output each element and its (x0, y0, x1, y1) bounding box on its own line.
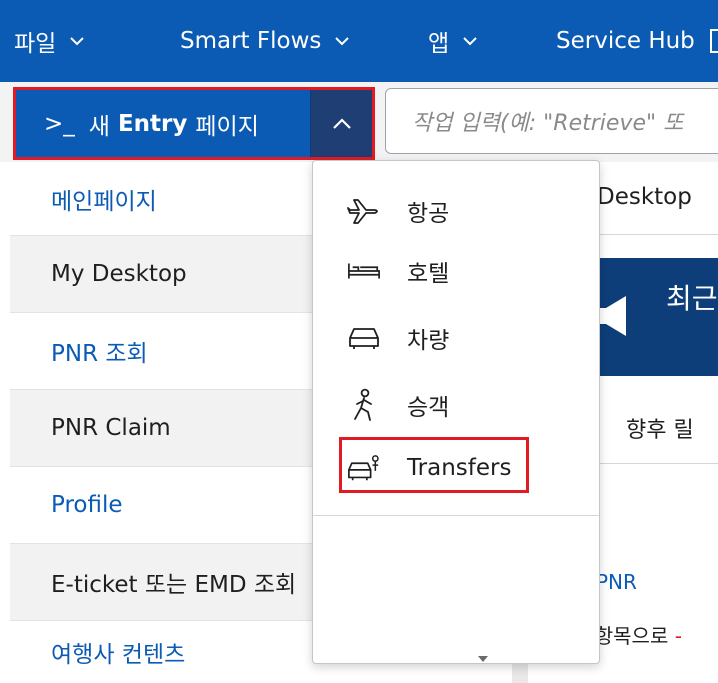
dropdown-item-label: 차량 (407, 328, 450, 354)
entry-dropdown-menu: 항공 호텔 차량 승객 Transfers (312, 160, 600, 664)
passenger-icon (347, 388, 381, 422)
entry-label-new: 새 (88, 113, 110, 140)
menu-service-hub[interactable]: Service Hub (556, 0, 718, 82)
menu-apps-label: 앱 (428, 31, 450, 57)
chevron-up-icon (332, 117, 351, 129)
dropdown-item-hotel[interactable]: 호텔 (313, 242, 599, 300)
pnr-link[interactable]: PNR (596, 570, 637, 594)
terminal-icon: >_ (44, 110, 75, 137)
sidebar-item-label: 메인페이지 (51, 188, 157, 215)
dropdown-item-car[interactable]: 차량 (313, 309, 599, 367)
sidebar-item-label: PNR 조회 (51, 341, 148, 367)
dropdown-item-label: 항공 (407, 201, 450, 227)
banner-title: 최근 (666, 282, 718, 315)
hint-text-accent: - (674, 624, 682, 648)
menu-file[interactable]: 파일 (14, 0, 85, 82)
entry-label-page: 페이지 (195, 113, 259, 140)
dropdown-item-passenger[interactable]: 승객 (313, 376, 599, 434)
bed-icon (347, 254, 381, 288)
sidebar-item-label: PNR Claim (51, 415, 171, 441)
menu-smart-flows[interactable]: Smart Flows (180, 0, 350, 82)
upcoming-heading: 향후 릴 (626, 418, 694, 443)
external-icon (709, 29, 718, 53)
dropdown-item-label: 호텔 (407, 261, 450, 287)
entry-label-entry: Entry (117, 110, 188, 137)
dropdown-divider (313, 515, 599, 516)
desktop-title: Desktop (597, 184, 692, 210)
airplane-icon (347, 194, 381, 228)
dropdown-item-label: 승객 (407, 395, 450, 421)
sidebar-item-label: E-ticket 또는 EMD 조회 (51, 572, 297, 598)
menu-service-hub-label: Service Hub (556, 28, 695, 54)
car-icon (347, 321, 381, 355)
transfers-highlight (339, 437, 529, 493)
dropdown-item-air[interactable]: 항공 (313, 182, 599, 240)
chevron-down-icon (478, 656, 488, 662)
new-entry-page-main[interactable]: >_ 새 Entry 페이지 (16, 90, 310, 157)
task-input[interactable]: 작업 입력(예: "Retrieve" 또 (385, 88, 718, 154)
menu-file-label: 파일 (14, 31, 57, 57)
sidebar-item-label: My Desktop (51, 261, 187, 287)
new-entry-page-button[interactable]: >_ 새 Entry 페이지 (13, 87, 375, 160)
chevron-down-icon (463, 37, 477, 46)
menu-smart-flows-label: Smart Flows (180, 28, 322, 54)
menu-apps[interactable]: 앱 (428, 0, 477, 82)
chevron-down-icon (70, 37, 85, 46)
entry-dropdown-toggle[interactable] (310, 90, 372, 157)
sidebar-item-label: 여행사 컨텐츠 (51, 642, 186, 668)
task-input-placeholder: 작업 입력(예: "Retrieve" 또 (412, 111, 684, 136)
chevron-down-icon (335, 37, 350, 46)
sidebar-item-label: Profile (51, 492, 123, 518)
